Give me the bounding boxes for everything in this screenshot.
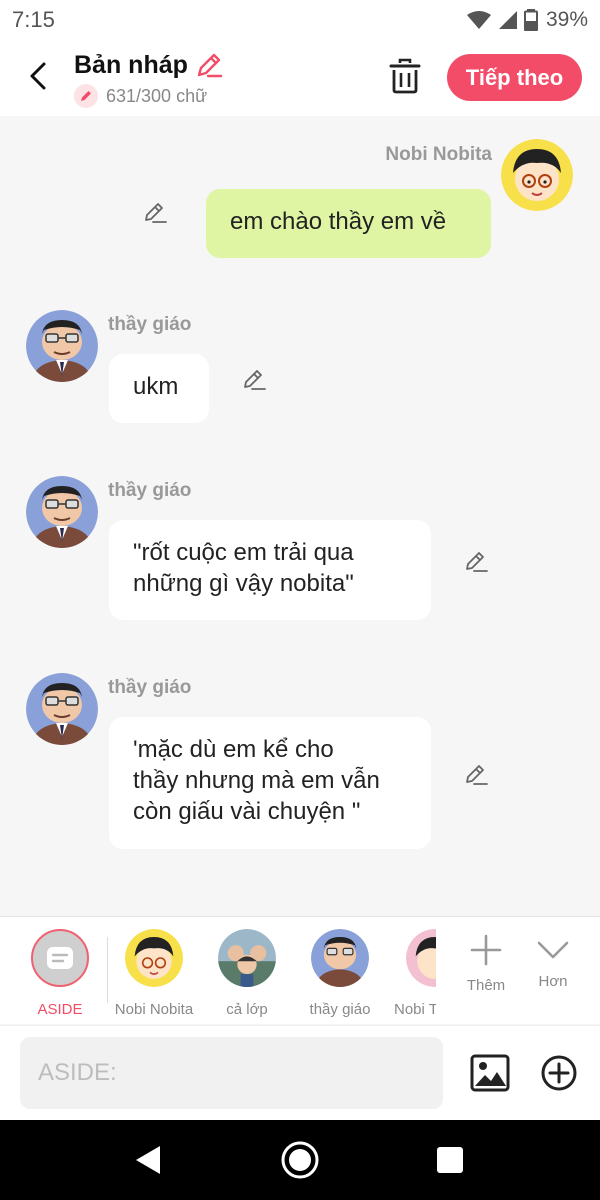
avatar <box>125 929 183 987</box>
message-bubble[interactable]: "rốt cuộc em trải qua những gì vậy nobit… <box>109 520 431 620</box>
avatar <box>406 929 436 987</box>
chevron-down-icon <box>537 941 569 959</box>
add-button[interactable] <box>540 1054 578 1092</box>
sender-name: thầy giáo <box>108 677 192 698</box>
message-bubble[interactable]: ukm <box>109 354 209 423</box>
character-partial[interactable]: Nobi T <box>388 917 436 1024</box>
sender-name: thầy giáo <box>108 314 192 335</box>
plus-circle-icon <box>541 1055 577 1091</box>
aside-icon <box>31 929 89 987</box>
message-input[interactable]: ASIDE: <box>20 1037 443 1109</box>
avatar <box>311 929 369 987</box>
more-button[interactable]: Hơn <box>521 917 585 1024</box>
character-label: thầy giáo <box>309 1001 371 1018</box>
chevron-left-icon <box>30 62 46 90</box>
input-bar: ASIDE: <box>0 1025 600 1120</box>
sender-name: Nobi Nobita <box>385 144 492 165</box>
page-title: Bản nháp <box>74 50 188 79</box>
avatar-teacher[interactable] <box>26 476 98 548</box>
insert-image-button[interactable] <box>470 1053 510 1093</box>
edit-message-icon[interactable] <box>142 200 168 226</box>
character-label: cả lớp <box>226 1001 268 1018</box>
edit-message-icon[interactable] <box>463 549 489 575</box>
back-button[interactable] <box>20 58 56 94</box>
character-nobita[interactable]: Nobi Nobita <box>108 917 200 1024</box>
sender-name: thầy giáo <box>108 480 192 501</box>
wifi-icon <box>466 11 491 29</box>
word-counter: 631/300 chữ <box>106 85 208 106</box>
image-icon <box>470 1054 510 1092</box>
status-bar: 7:15 39% <box>0 0 600 40</box>
trash-icon <box>389 58 421 94</box>
character-selector: ASIDE Nobi Nobita cả lớp thầy giáo Nobi … <box>0 916 600 1024</box>
add-label: Thêm <box>466 977 506 994</box>
signal-icon <box>498 11 517 29</box>
more-label: Hơn <box>538 973 568 990</box>
character-aside[interactable]: ASIDE <box>14 917 106 1024</box>
system-nav-bar <box>0 1120 600 1200</box>
message-bubble[interactable]: em chào thầy em về <box>206 189 491 258</box>
avatar-teacher[interactable] <box>26 310 98 382</box>
app-bar: Bản nháp 631/300 chữ Tiếp theo <box>0 40 600 116</box>
next-button[interactable]: Tiếp theo <box>447 54 582 101</box>
nav-back-icon[interactable] <box>134 1144 162 1176</box>
edit-message-icon[interactable] <box>463 762 489 788</box>
edit-message-icon[interactable] <box>241 367 267 393</box>
character-teacher[interactable]: thầy giáo <box>294 917 386 1024</box>
battery-percent: 39% <box>545 8 588 31</box>
avatar <box>218 929 276 987</box>
delete-button[interactable] <box>388 58 422 94</box>
status-icons: 39% <box>466 8 588 32</box>
message-bubble[interactable]: 'mặc dù em kể cho thầy nhưng mà em vẫn c… <box>109 717 431 849</box>
add-character-button[interactable]: Thêm <box>454 917 518 1024</box>
battery-icon <box>523 9 538 31</box>
nav-recent-icon[interactable] <box>437 1147 463 1173</box>
character-label: Nobi Nobita <box>114 1001 194 1018</box>
title-block: Bản nháp 631/300 chữ <box>74 50 224 108</box>
nav-home-icon[interactable] <box>280 1140 320 1180</box>
character-label: ASIDE <box>37 1001 83 1018</box>
character-label: Nobi T <box>394 1001 436 1018</box>
chat-area: Nobi Nobita em chào thầy em về thầy giáo… <box>0 116 600 916</box>
avatar-nobita[interactable] <box>501 139 573 211</box>
pencil-badge-icon <box>74 84 98 108</box>
plus-icon <box>470 934 502 966</box>
character-class[interactable]: cả lớp <box>201 917 293 1024</box>
status-time: 7:15 <box>12 7 55 32</box>
edit-title-icon[interactable] <box>194 50 224 80</box>
avatar-teacher[interactable] <box>26 673 98 745</box>
